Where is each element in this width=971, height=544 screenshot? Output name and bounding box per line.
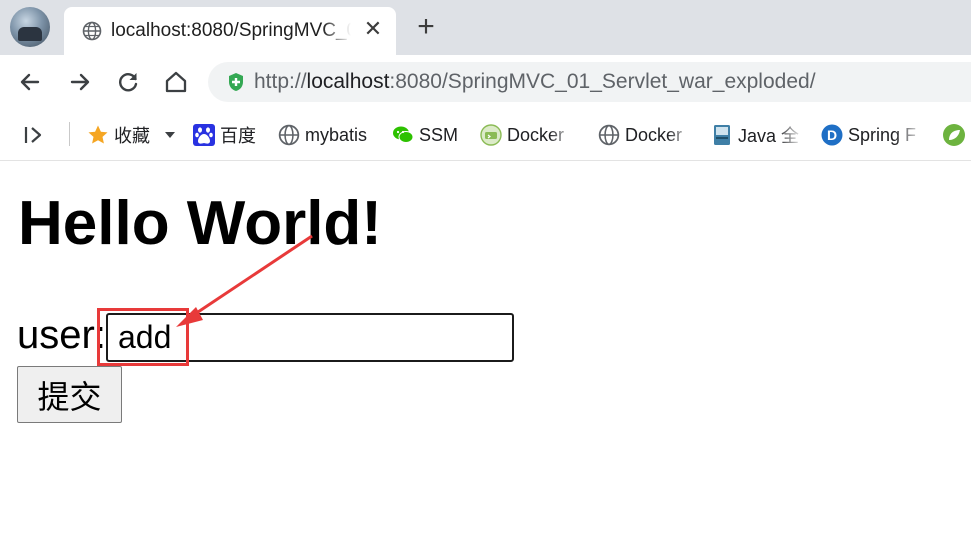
bookmark-label: Java 全 [738,126,800,146]
globe-icon [82,21,102,41]
baidu-paw-icon [193,124,215,146]
active-tab[interactable]: localhost:8080/SpringMVC_01_Servlet_war_… [64,7,396,55]
reload-icon[interactable] [114,68,142,96]
bookmark-label: SSM [419,124,459,145]
bookmarks-bar: 收藏 百度 mybatis SSM Docker Docker Java 全 D… [0,110,971,161]
address-url: http://localhost:8080/SpringMVC_01_Servl… [254,70,816,94]
spring-d-icon: D [821,124,843,146]
home-icon[interactable] [162,68,190,96]
address-bar[interactable]: http://localhost:8080/SpringMVC_01_Servl… [208,62,971,102]
bookmark-spring[interactable]: D Spring F [821,122,923,148]
bookmark-spring-leaf[interactable] [942,122,971,148]
globe-icon [598,124,620,146]
bookmark-favorites[interactable]: 收藏 [87,122,176,148]
docker-icon [480,124,502,146]
spring-leaf-icon [943,124,965,146]
dropdown-triangle-icon[interactable] [164,130,176,140]
bookmark-label: 收藏 [114,126,150,146]
bookmark-docker-1[interactable]: Docker [480,122,576,148]
user-label: user: [17,313,106,357]
browser-toolbar: http://localhost:8080/SpringMVC_01_Servl… [0,55,971,110]
new-tab-plus-icon[interactable]: + [414,12,438,42]
tab-strip: localhost:8080/SpringMVC_01_Servlet_war_… [0,0,971,55]
bookmark-baidu[interactable]: 百度 [193,122,256,148]
url-host: localhost [306,70,390,93]
bookmark-label: Docker [507,124,565,145]
bookmarks-separator [69,122,70,146]
annotation-highlight-box [97,308,189,366]
bookmark-label: Spring F [848,124,917,145]
profile-avatar[interactable] [10,7,50,47]
close-tab-icon[interactable]: ✕ [362,18,384,40]
back-arrow-icon[interactable] [16,68,44,96]
wechat-icon [393,126,414,143]
sidebar-toggle-icon[interactable] [22,124,46,146]
star-icon [88,125,108,144]
page-content: Hello World! user: 提交 [0,161,971,544]
shield-secure-icon [229,73,243,91]
submit-button[interactable]: 提交 [17,366,122,423]
globe-icon [278,124,300,146]
bookmark-label: 百度 [220,126,256,146]
bookmark-java[interactable]: Java 全 [711,122,803,148]
bookmark-docker-2[interactable]: Docker [598,122,694,148]
forward-arrow-icon[interactable] [66,68,94,96]
tab-title: localhost:8080/SpringMVC_01_Servlet_war_… [111,20,351,41]
page-heading: Hello World! [18,189,382,258]
url-prefix: http:// [254,70,307,93]
java-book-icon [714,125,730,145]
bookmark-ssm[interactable]: SSM [392,122,458,148]
svg-text:D: D [827,127,837,143]
bookmark-label: mybatis [305,124,368,145]
bookmark-mybatis[interactable]: mybatis [278,122,367,148]
url-path: :8080/SpringMVC_01_Servlet_war_exploded/ [389,70,816,93]
bookmark-label: Docker [625,124,683,145]
